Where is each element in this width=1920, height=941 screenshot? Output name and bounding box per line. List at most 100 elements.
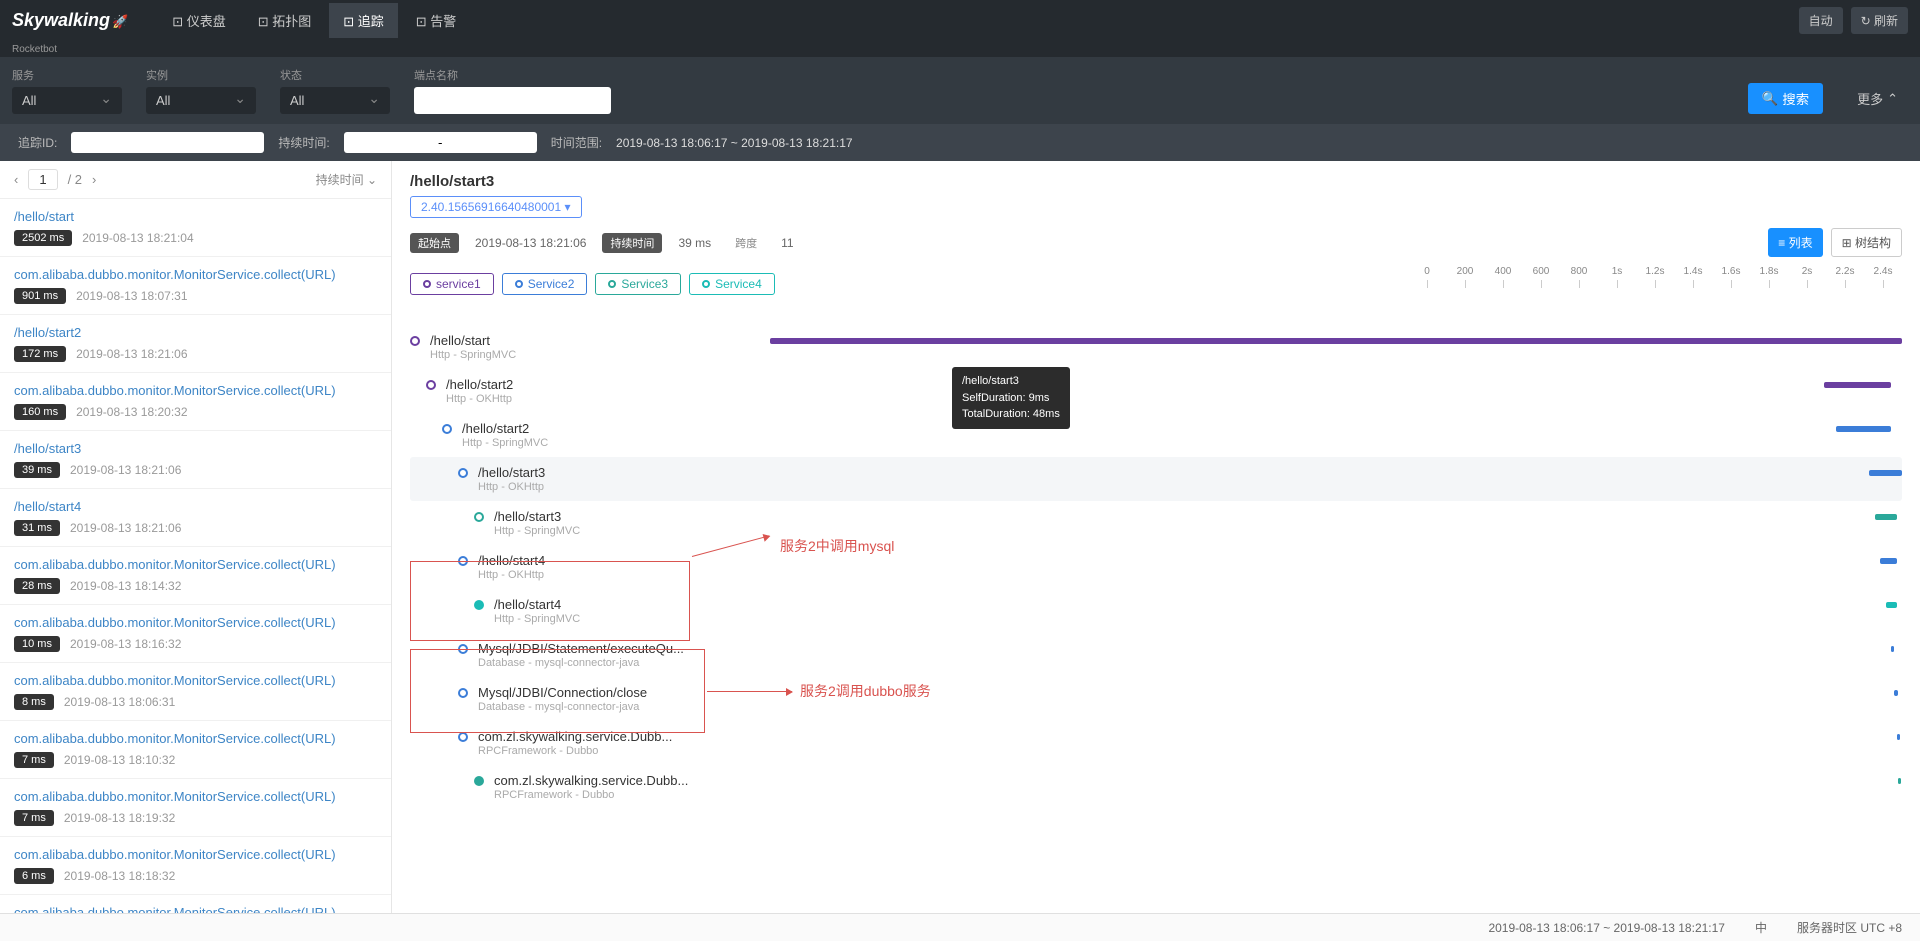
trace-link[interactable]: com.alibaba.dubbo.monitor.MonitorService… [14,267,336,282]
refresh-button[interactable]: ↻ 刷新 [1851,7,1908,34]
span-value: 11 [781,236,793,250]
dubbo-annotation: 服务2调用dubbo服务 [800,681,931,701]
service-tag[interactable]: Service3 [595,273,681,295]
timestamp: 2019-08-13 18:21:04 [82,231,193,245]
duration-input[interactable] [344,132,537,153]
service-tag[interactable]: Service4 [689,273,775,295]
endpoint-input[interactable] [414,87,611,114]
duration-badge: 10 ms [14,636,60,652]
span-subtitle: Database - mysql-connector-java [478,657,778,669]
span-bar [1886,602,1897,608]
scale-tick: 1.2s [1636,266,1674,277]
span-row[interactable]: /hello/start3 Http - OKHttp [410,457,1902,501]
trace-link[interactable]: com.alibaba.dubbo.monitor.MonitorService… [14,905,336,913]
trace-list-item[interactable]: /hello/start3 39 ms 2019-08-13 18:21:06 [0,431,391,489]
span-row[interactable]: /hello/start2 Http - OKHttp [410,369,1902,413]
trace-link[interactable]: com.alibaba.dubbo.monitor.MonitorService… [14,673,336,688]
duration-badge: 901 ms [14,288,66,304]
scale-tick: 1s [1598,266,1636,277]
span-row[interactable]: Mysql/JDBI/Connection/close Database - m… [410,677,1902,721]
trace-link[interactable]: com.alibaba.dubbo.monitor.MonitorService… [14,731,336,746]
start-label: 起始点 [410,233,459,253]
trace-link[interactable]: /hello/start4 [14,499,81,514]
span-row[interactable]: /hello/start4 Http - OKHttp [410,545,1902,589]
span-marker-icon [442,424,452,434]
instance-select[interactable]: All [146,87,256,114]
trace-list-item[interactable]: com.alibaba.dubbo.monitor.MonitorService… [0,895,391,913]
span-marker-icon [458,732,468,742]
trace-list-item[interactable]: com.alibaba.dubbo.monitor.MonitorService… [0,547,391,605]
span-row[interactable]: /hello/start Http - SpringMVC [410,325,1902,369]
trace-link[interactable]: com.alibaba.dubbo.monitor.MonitorService… [14,847,336,862]
more-button[interactable]: 更多 ⌃ [1847,83,1908,114]
trace-link[interactable]: com.alibaba.dubbo.monitor.MonitorService… [14,615,336,630]
trace-link[interactable]: /hello/start3 [14,441,81,456]
trace-list-item[interactable]: com.alibaba.dubbo.monitor.MonitorService… [0,373,391,431]
trace-link[interactable]: com.alibaba.dubbo.monitor.MonitorService… [14,383,336,398]
span-row[interactable]: com.zl.skywalking.service.Dubb... RPCFra… [410,721,1902,765]
span-marker-icon [458,644,468,654]
nav-item[interactable]: ⊡ 仪表盘 [158,3,240,38]
service-select[interactable]: All [12,87,122,114]
scale-tick: 1.4s [1674,266,1712,277]
service-tag[interactable]: Service2 [502,273,588,295]
status-select[interactable]: All [280,87,390,114]
logo-main: Skywalking [12,10,110,31]
range-value: 2019-08-13 18:06:17 ~ 2019-08-13 18:21:1… [616,136,853,150]
tree-view-button[interactable]: ⊞ 树结构 [1831,228,1902,257]
span-name: Mysql/JDBI/Statement/executeQu... [478,641,778,656]
trace-list-item[interactable]: /hello/start 2502 ms 2019-08-13 18:21:04 [0,199,391,257]
footer-lang[interactable]: 中 [1755,919,1767,936]
duration-badge: 6 ms [14,868,54,884]
traceid-label: 追踪ID: [18,134,57,151]
duration-badge: 172 ms [14,346,66,362]
span-row[interactable]: com.zl.skywalking.service.Dubb... RPCFra… [410,765,1902,809]
scale-tick: 1.6s [1712,266,1750,277]
nav-item[interactable]: ⊡ 告警 [402,3,471,38]
traceid-input[interactable] [71,132,264,153]
nav-item[interactable]: ⊡ 追踪 [329,3,398,38]
trace-list-item[interactable]: /hello/start4 31 ms 2019-08-13 18:21:06 [0,489,391,547]
search-button[interactable]: 🔍 搜索 [1748,83,1823,114]
trace-list-item[interactable]: com.alibaba.dubbo.monitor.MonitorService… [0,837,391,895]
next-page-icon[interactable]: › [92,172,96,187]
sort-button[interactable]: 持续时间 ⌄ [316,171,377,188]
nav-item[interactable]: ⊡ 拓扑图 [244,3,326,38]
scale-tick: 2.2s [1826,266,1864,277]
span-row[interactable]: /hello/start2 Http - SpringMVC [410,413,1902,457]
trace-link[interactable]: /hello/start [14,209,74,224]
service-tag[interactable]: service1 [410,273,494,295]
span-row[interactable]: /hello/start4 Http - SpringMVC [410,589,1902,633]
timestamp: 2019-08-13 18:16:32 [70,637,181,651]
span-row[interactable]: /hello/start3 Http - SpringMVC [410,501,1902,545]
page-current[interactable]: 1 [28,169,57,190]
span-bar [1898,778,1901,784]
trace-list-item[interactable]: com.alibaba.dubbo.monitor.MonitorService… [0,605,391,663]
footer-range[interactable]: 2019-08-13 18:06:17 ~ 2019-08-13 18:21:1… [1488,921,1725,935]
logo-sub: Rocketbot [12,44,57,55]
span-row[interactable]: Mysql/JDBI/Statement/executeQu... Databa… [410,633,1902,677]
duration-badge: 160 ms [14,404,66,420]
span-subtitle: RPCFramework - Dubbo [494,789,794,801]
trace-list-item[interactable]: /hello/start2 172 ms 2019-08-13 18:21:06 [0,315,391,373]
span-bar [1836,426,1891,432]
span-marker-icon [410,336,420,346]
duration-badge: 7 ms [14,810,54,826]
timestamp: 2019-08-13 18:20:32 [76,405,187,419]
trace-list-item[interactable]: com.alibaba.dubbo.monitor.MonitorService… [0,257,391,315]
trace-list-item[interactable]: com.alibaba.dubbo.monitor.MonitorService… [0,663,391,721]
prev-page-icon[interactable]: ‹ [14,172,18,187]
trace-id-select[interactable]: 2.40.15656916640480001 [410,196,582,218]
trace-list-item[interactable]: com.alibaba.dubbo.monitor.MonitorService… [0,779,391,837]
span-subtitle: Http - SpringMVC [494,613,794,625]
start-value: 2019-08-13 18:21:06 [475,236,586,250]
timestamp: 2019-08-13 18:21:06 [70,521,181,535]
trace-link[interactable]: com.alibaba.dubbo.monitor.MonitorService… [14,557,336,572]
list-view-button[interactable]: ≡ 列表 [1768,228,1822,257]
auto-button[interactable]: 自动 [1799,7,1843,34]
span-name: /hello/start4 [478,553,778,568]
scale-tick: 400 [1484,266,1522,277]
trace-link[interactable]: com.alibaba.dubbo.monitor.MonitorService… [14,789,336,804]
trace-link[interactable]: /hello/start2 [14,325,81,340]
trace-list-item[interactable]: com.alibaba.dubbo.monitor.MonitorService… [0,721,391,779]
